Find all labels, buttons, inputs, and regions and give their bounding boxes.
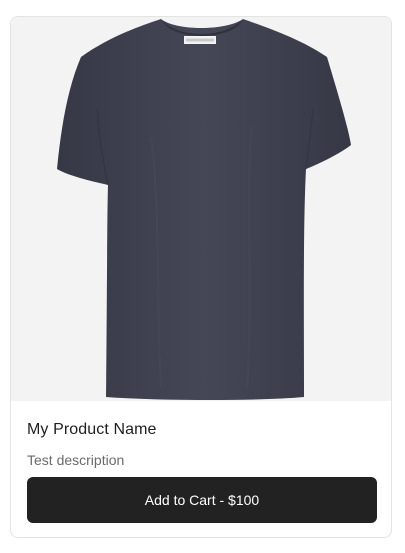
add-to-cart-button[interactable]: Add to Cart - $100	[27, 477, 377, 523]
product-description: Test description	[27, 452, 125, 468]
product-image	[11, 17, 391, 401]
tshirt-image	[57, 19, 351, 400]
product-card: My Product Name Test description Add to …	[10, 16, 392, 538]
product-name: My Product Name	[27, 421, 157, 438]
